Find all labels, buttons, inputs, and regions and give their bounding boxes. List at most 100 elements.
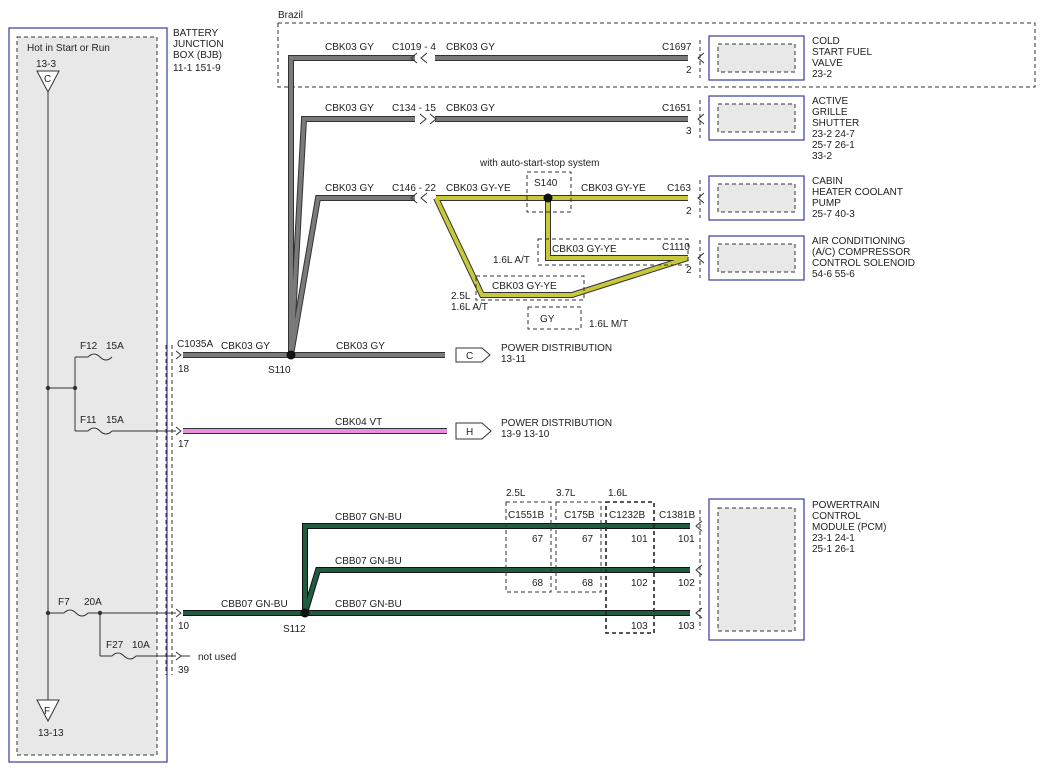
wire-label-grille-right: CBK03 GY <box>446 103 495 114</box>
option-16l-at-2: 1.6L A/T <box>451 302 488 313</box>
bjb-line1: BATTERY <box>173 28 219 39</box>
wire-label-grille-left: CBK03 GY <box>325 103 374 114</box>
not-used-label: not used <box>198 652 236 663</box>
pin-row1-c1551b: 67 <box>532 534 544 545</box>
pin-row2-c175b: 68 <box>582 578 594 589</box>
pin-row1-c1232b: 101 <box>631 534 648 545</box>
wire-label-cabin-mid: CBK03 GY-YE <box>446 183 511 194</box>
pin-row2-c1232b: 102 <box>631 578 648 589</box>
connector-c1551b-label: C1551B <box>508 510 544 521</box>
component-ac-compressor-solenoid: AIR CONDITIONING (A/C) COMPRESSOR CONTRO… <box>697 235 915 281</box>
connector-c1019: C1019 - 4 <box>392 42 436 53</box>
grille-refs2: 25-7 26-1 <box>812 140 855 151</box>
ac-line3: CONTROL SOLENOID <box>812 258 915 269</box>
power-distribution-h-letter: H <box>466 427 473 438</box>
option-header-16l: 1.6L <box>608 488 628 499</box>
pin-cabin: 2 <box>686 206 692 217</box>
fuse-f27-amp: 10A <box>132 640 150 651</box>
pin-row2-c1551b: 68 <box>532 578 544 589</box>
top-ref: 13-3 <box>36 59 56 70</box>
splice-s140-dot <box>543 193 553 203</box>
pcm-refs1: 23-1 24-1 <box>812 533 855 544</box>
option-16l-mt: 1.6L M/T <box>589 319 628 330</box>
component-cabin-heater-coolant-pump: CABIN HEATER COOLANT PUMP 25-7 40-3 <box>697 175 903 221</box>
power-distribution-c-title: POWER DISTRIBUTION <box>501 343 612 354</box>
connector-c1381b-label: C1381B <box>659 510 695 521</box>
wire-label-gy: GY <box>540 314 555 325</box>
fuse-f7-name: F7 <box>58 597 70 608</box>
bottom-ref: 13-13 <box>38 728 64 739</box>
component-cold-start-fuel-valve: COLD START FUEL VALVE 23-2 <box>697 35 872 81</box>
grille-line3: SHUTTER <box>812 118 859 129</box>
connector-c1232b-label: C1232B <box>609 510 645 521</box>
cold-start-line1: COLD <box>812 36 840 47</box>
pin-17: 17 <box>178 439 190 450</box>
power-distribution-c-letter: C <box>466 351 473 362</box>
fuse-f12-amp: 15A <box>106 341 124 352</box>
pcm-refs2: 25-1 26-1 <box>812 544 855 555</box>
splice-s112-label: S112 <box>283 624 306 635</box>
ac-refs: 54-6 55-6 <box>812 269 855 280</box>
pin-row1-c175b: 67 <box>582 534 594 545</box>
wire-label-s110-left: CBK03 GY <box>221 341 270 352</box>
option-auto-start-stop: with auto-start-stop system <box>479 158 599 169</box>
pin-39: 39 <box>178 665 190 676</box>
cold-start-refs: 23-2 <box>812 69 832 80</box>
wire-label-pin103: CBB07 GN-BU <box>335 599 402 610</box>
pin-ac: 2 <box>686 265 692 276</box>
power-distribution-c-refs: 13-11 <box>501 354 526 365</box>
pcm-line2: CONTROL <box>812 511 861 522</box>
wire-label-cabin-right: CBK03 GY-YE <box>581 183 646 194</box>
wire-label-vt: CBK04 VT <box>335 417 382 428</box>
grille-refs1: 23-2 24-7 <box>812 129 855 140</box>
wire-label-ac-25l: CBK03 GY-YE <box>492 281 557 292</box>
grille-line2: GRILLE <box>812 107 848 118</box>
component-pcm: POWERTRAIN CONTROL MODULE (PCM) 23-1 24-… <box>708 498 886 641</box>
connector-c1110: C1110 <box>662 242 690 253</box>
cabin-line2: HEATER COOLANT <box>812 187 903 198</box>
grille-refs3: 33-2 <box>812 151 832 162</box>
pin-10: 10 <box>178 621 190 632</box>
pin-row1-c1381b: 101 <box>678 534 695 545</box>
bjb-line2: JUNCTION <box>173 39 224 50</box>
wire-label-pin101: CBB07 GN-BU <box>335 512 402 523</box>
wire-label-ac-16l: CBK03 GY-YE <box>552 244 617 255</box>
pin-row3-c1381b: 103 <box>678 621 695 632</box>
fuse-f11-name: F11 <box>80 415 97 426</box>
pin-row2-c1381b: 102 <box>678 578 695 589</box>
splice-s112-dot <box>300 608 310 618</box>
ac-line2: (A/C) COMPRESSOR <box>812 247 910 258</box>
power-distribution-h-title: POWER DISTRIBUTION <box>501 418 612 429</box>
option-16l-at: 1.6L A/T <box>493 255 530 266</box>
option-16l-mt-box <box>527 306 582 330</box>
cold-start-line2: START FUEL <box>812 47 872 58</box>
connector-c1697: C1697 <box>662 42 692 53</box>
wire-label-cold-start-left: CBK03 GY <box>325 42 374 53</box>
grille-line1: ACTIVE <box>812 96 848 107</box>
option-25l: 2.5L <box>451 291 471 302</box>
power-distribution-h-flag <box>455 422 492 440</box>
pin-18: 18 <box>178 364 190 375</box>
connector-c134: C134 - 15 <box>392 103 436 114</box>
splice-s110-dot <box>286 350 296 360</box>
connector-c1651: C1651 <box>662 103 692 114</box>
option-header-25l: 2.5L <box>506 488 526 499</box>
wire-label-s112-left: CBB07 GN-BU <box>221 599 288 610</box>
splice-s140-label: S140 <box>534 178 558 189</box>
ac-line1: AIR CONDITIONING <box>812 236 906 247</box>
wire-label-s110-right: CBK03 GY <box>336 341 385 352</box>
pcm-line1: POWERTRAIN <box>812 500 880 511</box>
option-header-37l: 3.7L <box>556 488 576 499</box>
splice-s110-label: S110 <box>268 365 291 376</box>
brazil-label: Brazil <box>278 10 303 21</box>
pcm-line3: MODULE (PCM) <box>812 522 886 533</box>
bjb-line3: BOX (BJB) <box>173 50 222 61</box>
wire-cbk03-gy-cabin <box>289 196 415 356</box>
pin-cold-start: 2 <box>686 65 692 76</box>
connector-c1035a-label: C1035A <box>177 339 213 350</box>
bjb-refs: 11-1 151-9 <box>173 63 221 74</box>
pin-row3-c1232b: 103 <box>631 621 648 632</box>
fuse-f11-amp: 15A <box>106 415 124 426</box>
fuse-f27-name: F27 <box>106 640 124 651</box>
battery-junction-box: Hot in Start or Run 13-3 C F 13-13 F12 1… <box>8 27 176 763</box>
